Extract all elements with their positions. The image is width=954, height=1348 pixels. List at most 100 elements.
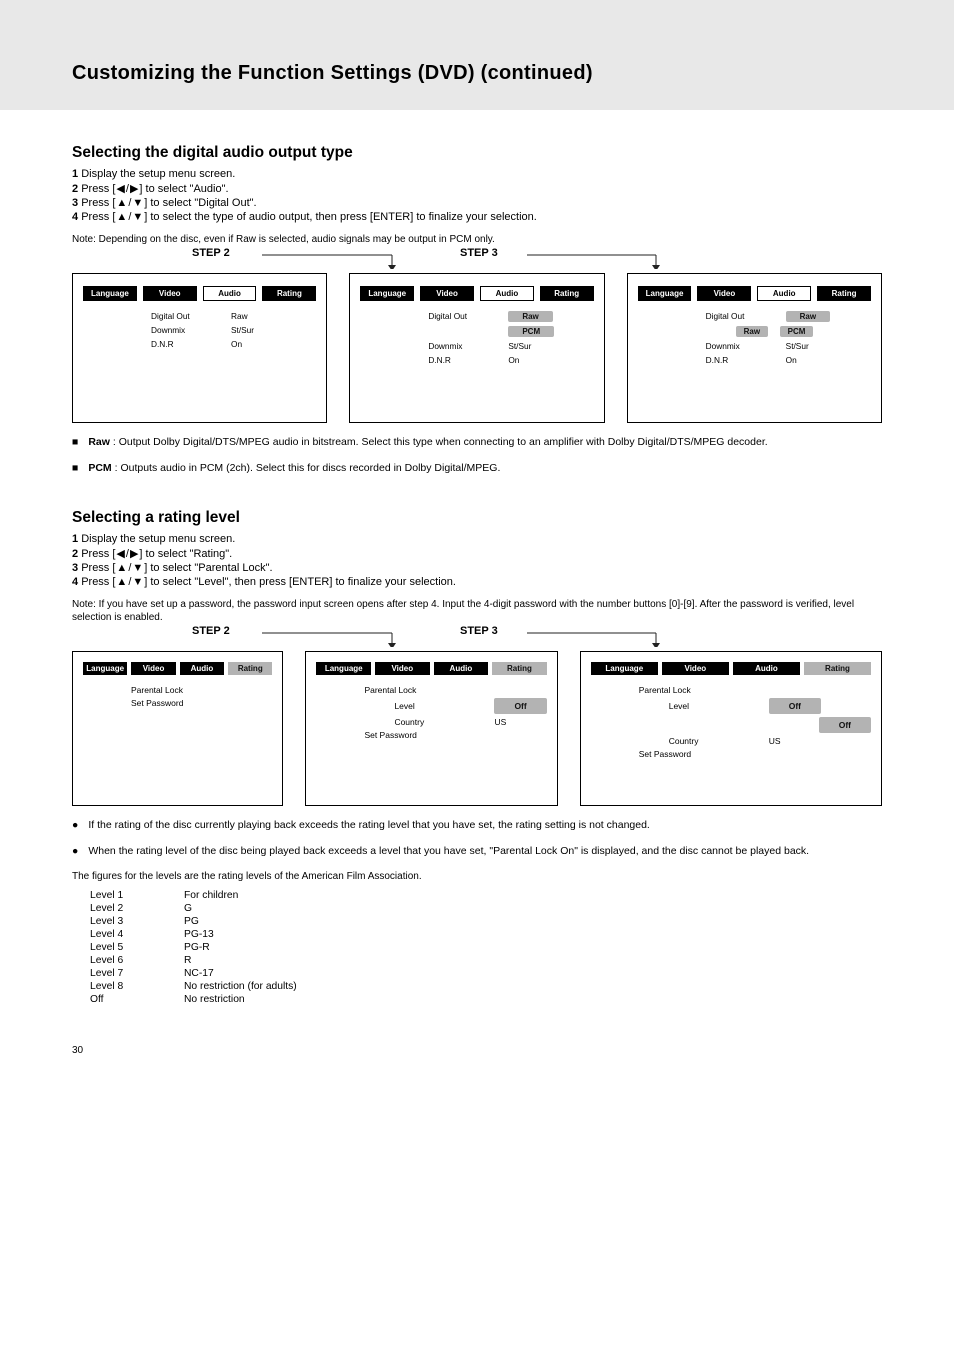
tab-video[interactable]: Video (662, 662, 729, 675)
sectionB-steps: Display the setup menu screen. Press [◀/… (72, 533, 882, 588)
menu-rawpcm-row[interactable]: Raw PCM (706, 326, 871, 337)
tab-language[interactable]: Language (360, 286, 414, 301)
level-row: Level 2G (90, 903, 882, 914)
right-arrow-icon: ▶ (130, 182, 138, 195)
menu-country[interactable]: CountryUS (669, 736, 871, 746)
screenB1: Language Video Audio Rating Parental Loc… (72, 651, 283, 806)
value-pill: Off (819, 717, 871, 733)
tab-video[interactable]: Video (131, 662, 175, 675)
level-row: Level 1For children (90, 890, 882, 901)
tab-audio[interactable]: Audio (733, 662, 800, 675)
menu-downmix[interactable]: DownmixSt/Sur (151, 325, 316, 335)
screenA2: Language Video Audio Rating Digital OutR… (349, 273, 604, 423)
menu-downmix[interactable]: DownmixSt/Sur (428, 341, 593, 351)
tab-video[interactable]: Video (420, 286, 474, 301)
sectionA-heading: Selecting the digital audio output type (72, 144, 882, 162)
tab-language[interactable]: Language (83, 662, 127, 675)
screenB3: Language Video Audio Rating Parental Loc… (580, 651, 882, 806)
tab-video[interactable]: Video (375, 662, 430, 675)
menu-parental-lock[interactable]: Parental Lock (639, 685, 871, 695)
value-pill: PCM (780, 326, 814, 337)
sectionA-screens: Language Video Audio Rating Digital OutR… (72, 273, 882, 423)
header-band: Customizing the Function Settings (DVD) … (0, 0, 954, 110)
sectionB-step3: Press [▲/▼] to select "Parental Lock". (72, 562, 882, 574)
menu-level[interactable]: LevelOff (669, 698, 871, 714)
menu-list: Digital OutRaw DownmixSt/Sur D.N.ROn (83, 311, 316, 349)
sectionA-step1: Display the setup menu screen. (72, 168, 882, 180)
sectionB-note: Note: If you have set up a password, the… (72, 598, 882, 625)
level-row: Level 8No restriction (for adults) (90, 981, 882, 992)
tab-language[interactable]: Language (638, 286, 692, 301)
page-title: Customizing the Function Settings (DVD) … (72, 62, 593, 85)
up-arrow-icon: ▲ (116, 562, 127, 574)
up-arrow-icon: ▲ (116, 576, 127, 588)
levels-table: Level 1For children Level 2G Level 3PG L… (72, 890, 882, 1005)
sectionB-bullet2: ●When the rating level of the disc being… (72, 844, 882, 858)
level-row: Level 5PG-R (90, 942, 882, 953)
flow-arrows-B: STEP 2 STEP 3 (72, 627, 882, 645)
tab-rating[interactable]: Rating (817, 286, 871, 301)
tab-language[interactable]: Language (316, 662, 371, 675)
down-arrow-icon: ▼ (132, 576, 143, 588)
menu-pcm-row[interactable]: PCM (428, 326, 593, 337)
sectionB-screens: Language Video Audio Rating Parental Loc… (72, 651, 882, 806)
down-arrow-icon: ▼ (132, 197, 143, 209)
sectionB-step2: Press [◀/▶] to select "Rating". (72, 547, 882, 560)
menu-set-password[interactable]: Set Password (131, 698, 272, 708)
tab-audio[interactable]: Audio (180, 662, 224, 675)
left-arrow-icon: ◀ (116, 547, 124, 560)
step3-label-A: STEP 3 (460, 247, 498, 259)
sectionB-step4: Press [▲/▼] to select "Level", then pres… (72, 576, 882, 588)
tab-audio[interactable]: Audio (757, 286, 811, 301)
step2-label-A: STEP 2 (192, 247, 230, 259)
sectionB-bullet1: ●If the rating of the disc currently pla… (72, 818, 882, 832)
sectionA-note: Note: Depending on the disc, even if Raw… (72, 233, 882, 247)
step3-label-B: STEP 3 (460, 625, 498, 637)
menu-level[interactable]: LevelOff (394, 698, 546, 714)
value-pill: Off (769, 698, 821, 714)
tab-video[interactable]: Video (697, 286, 751, 301)
tab-language[interactable]: Language (591, 662, 658, 675)
menu-set-password[interactable]: Set Password (364, 730, 546, 740)
flow-arrows-A: STEP 2 STEP 3 (72, 249, 882, 267)
sectionA-step3: Press [▲/▼] to select "Digital Out". (72, 197, 882, 209)
tab-rating[interactable]: Rating (540, 286, 594, 301)
tab-audio[interactable]: Audio (480, 286, 534, 301)
menu-downmix[interactable]: DownmixSt/Sur (706, 341, 871, 351)
menu-parental-lock[interactable]: Parental Lock (131, 685, 272, 695)
tab-language[interactable]: Language (83, 286, 137, 301)
tab-rating[interactable]: Rating (804, 662, 871, 675)
tab-rating[interactable]: Rating (262, 286, 316, 301)
sectionA-step2: Press [◀/▶] to select "Audio". (72, 182, 882, 195)
value-pill: Raw (508, 311, 552, 322)
tabbar: Language Video Audio Rating (83, 286, 316, 301)
menu-country[interactable]: CountryUS (394, 717, 546, 727)
value-pill: Raw (786, 311, 830, 322)
right-arrow-icon: ▶ (130, 547, 138, 560)
tab-rating[interactable]: Rating (492, 662, 547, 675)
value-pill: Raw (736, 326, 768, 337)
value-pill: Off (494, 698, 546, 714)
optA-raw: ■ Raw : Output Dolby Digital/DTS/MPEG au… (72, 435, 882, 449)
menu-digitalout[interactable]: Digital OutRaw (706, 311, 871, 322)
level-row: Level 4PG-13 (90, 929, 882, 940)
tab-audio[interactable]: Audio (203, 286, 257, 301)
menu-digitalout[interactable]: Digital OutRaw (428, 311, 593, 322)
menu-dnr[interactable]: D.N.ROn (428, 355, 593, 365)
menu-dnr[interactable]: D.N.ROn (706, 355, 871, 365)
tab-rating[interactable]: Rating (228, 662, 272, 675)
tab-audio[interactable]: Audio (434, 662, 489, 675)
menu-off-value[interactable]: Off (639, 717, 871, 733)
level-row: Level 7NC-17 (90, 968, 882, 979)
menu-set-password[interactable]: Set Password (639, 749, 871, 759)
value-pill: PCM (508, 326, 554, 337)
tab-video[interactable]: Video (143, 286, 197, 301)
page-number: 30 (72, 1045, 882, 1056)
up-arrow-icon: ▲ (116, 211, 127, 223)
sectionA-steps: Display the setup menu screen. Press [◀/… (72, 168, 882, 223)
menu-parental-lock[interactable]: Parental Lock (364, 685, 546, 695)
menu-dnr[interactable]: D.N.ROn (151, 339, 316, 349)
menu-digitalout[interactable]: Digital OutRaw (151, 311, 316, 321)
sectionB-step1: Display the setup menu screen. (72, 533, 882, 545)
level-row: OffNo restriction (90, 994, 882, 1005)
